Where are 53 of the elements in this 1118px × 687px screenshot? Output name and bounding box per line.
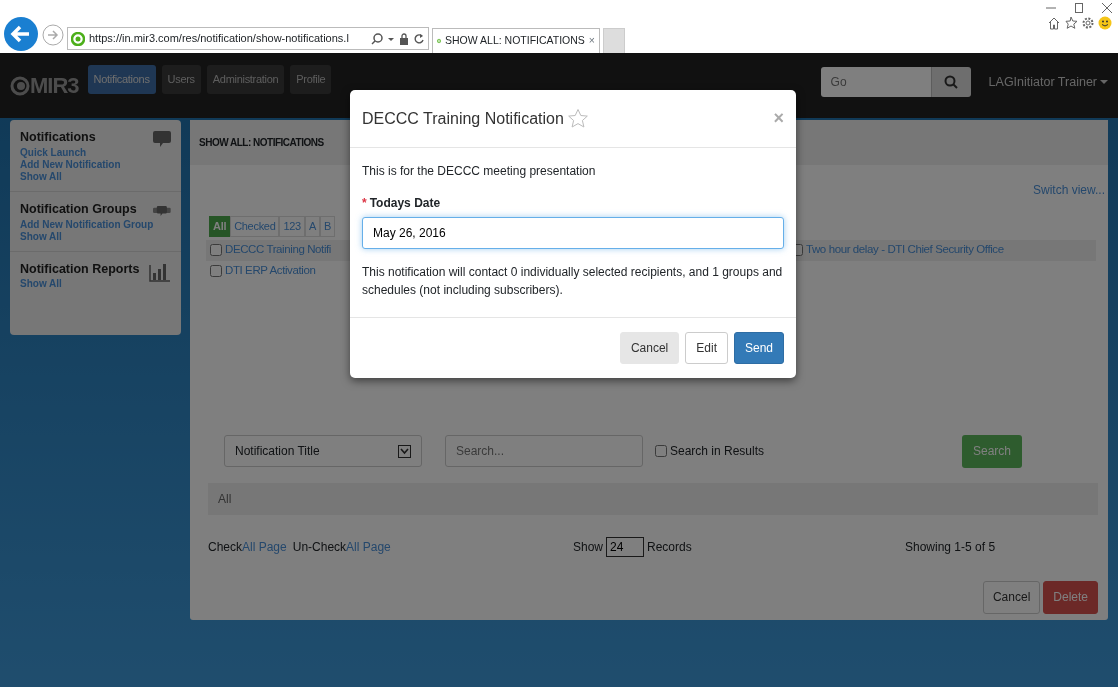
records-field[interactable]: 24 — [606, 536, 645, 557]
notification-link[interactable]: Two hour delay - DTI Chief Security Office — [805, 241, 1004, 259]
required-mark: * — [362, 195, 367, 212]
filter-tab[interactable]: B — [320, 216, 336, 237]
url-text: https://in.mir3.com/res/notification/show-notifications.l — [89, 31, 350, 47]
breadcrumb-text: All — [218, 490, 232, 508]
section-title: Notification Groups — [20, 200, 138, 218]
field-label: Todays Date — [369, 195, 441, 212]
sidebar-link[interactable]: Show All — [20, 278, 140, 291]
search-field[interactable]: Search... — [445, 435, 643, 467]
filter-tab[interactable]: 123 — [279, 216, 305, 237]
notification-link[interactable]: DTI ERP Activation — [225, 262, 316, 280]
filter-tab[interactable]: All — [209, 216, 231, 237]
sidebar-link[interactable]: Add New Notification — [20, 158, 121, 171]
dialog-text: This is for the DECCC meeting presentation — [362, 163, 597, 180]
check-all-link[interactable]: All Page — [242, 539, 287, 554]
filter-tab[interactable]: Checked — [230, 216, 280, 237]
send-button[interactable]: Send — [733, 332, 784, 364]
nav-tab[interactable]: Administration — [206, 65, 285, 94]
edit-button[interactable]: Edit — [685, 332, 728, 364]
uncheck-label: Un-Check — [292, 539, 347, 554]
section-title: Notifications — [20, 129, 97, 146]
search-button[interactable]: Search — [961, 434, 1022, 468]
sidebar-link[interactable]: Add New Notification Group — [20, 218, 154, 231]
check-label: Check — [208, 539, 242, 554]
tab-title: SHOW ALL: NOTIFICATIONS — [445, 33, 585, 49]
checkbox-label: Search in Results — [670, 443, 765, 460]
cancel-button[interactable]: Cancel — [619, 332, 680, 364]
user-menu[interactable]: LAGInitiator Trainer — [988, 73, 1108, 92]
showing-count: Showing 1-5 of 5 — [905, 538, 996, 556]
sidebar-link[interactable]: Quick Launch — [20, 146, 121, 159]
nav-tab[interactable]: Profile — [290, 65, 332, 94]
uncheck-all-link[interactable]: All Page — [346, 539, 391, 554]
cancel-button[interactable]: Cancel — [982, 580, 1041, 614]
filter-tab[interactable]: A — [304, 216, 320, 237]
show-label: Show — [573, 538, 604, 556]
records-label: Records — [647, 538, 692, 556]
search-field[interactable]: Go — [820, 67, 931, 97]
nav-tab[interactable]: Users — [161, 65, 201, 94]
logo: MIR3 — [30, 72, 79, 100]
dialog-message: This notification will contact 0 individually selected recipients, and 1 groups and schedules (not including subscribers). — [362, 264, 784, 299]
section-title: Notification Reports — [20, 260, 140, 278]
nav-tab[interactable]: Notifications — [87, 65, 156, 94]
sidebar-link[interactable]: Show All — [20, 230, 154, 243]
select-value: Notification Title — [235, 443, 320, 460]
tab-close-button[interactable]: × — [588, 33, 595, 49]
sidebar-link[interactable]: Show All — [20, 170, 121, 183]
date-field[interactable]: May 26, 2016 — [362, 217, 784, 249]
address-bar[interactable]: https://in.mir3.com/res/notification/show-notifications.l — [67, 27, 429, 50]
field-select[interactable]: Notification Title — [224, 435, 422, 467]
notification-link[interactable]: DECCC Training Notifi — [225, 241, 331, 259]
switch-view-link[interactable]: Switch view... — [1032, 181, 1105, 199]
delete-button[interactable]: Delete — [1043, 580, 1098, 614]
